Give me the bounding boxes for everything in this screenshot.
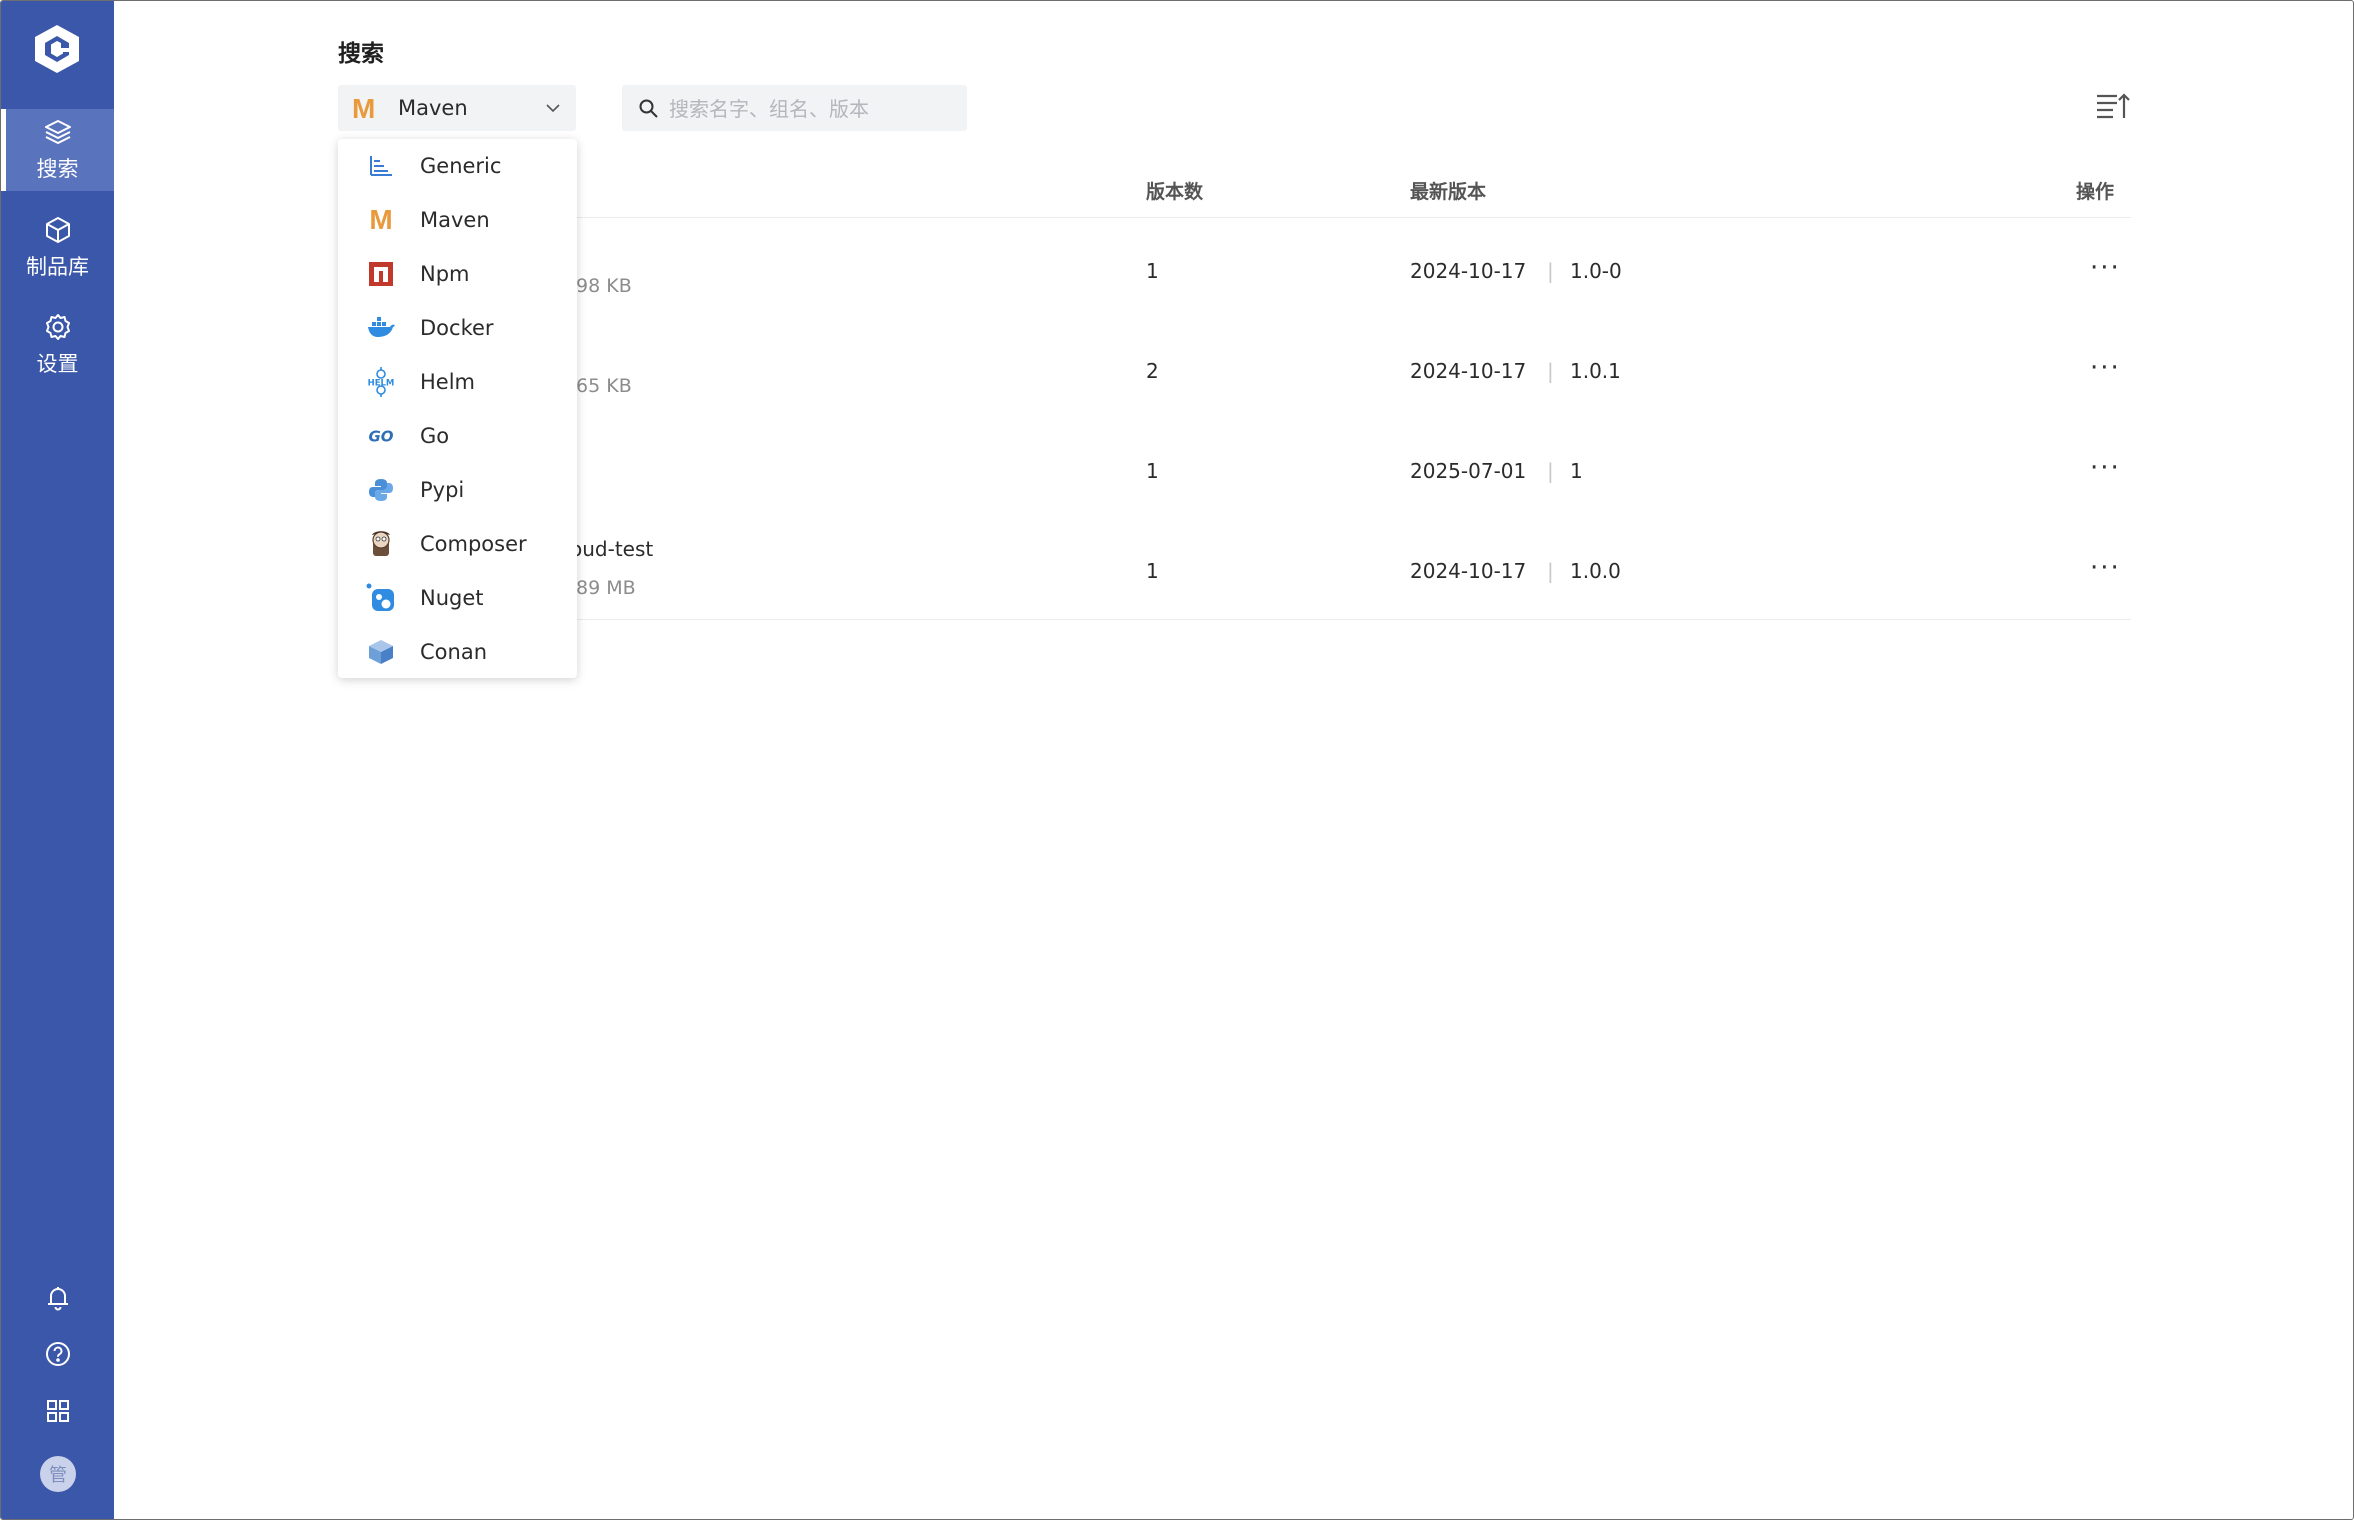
layers-icon (44, 120, 71, 144)
latest-date: 2024-10-17 (1410, 359, 1527, 383)
apps-grid-icon[interactable] (41, 1394, 75, 1428)
dropdown-option-label: Helm (420, 370, 476, 394)
table-row[interactable]: .98 KB 1 2024-10-17 | 1.0-0 ··· (338, 219, 2131, 319)
dropdown-option-label: Generic (420, 154, 502, 178)
version-count: 1 (1146, 559, 1159, 583)
generic-icon (366, 151, 396, 181)
dropdown-option-generic[interactable]: Generic (338, 139, 577, 193)
dropdown-option-conan[interactable]: Conan (338, 625, 577, 679)
go-icon: GO (366, 421, 396, 451)
composer-icon (366, 529, 396, 559)
dropdown-option-nuget[interactable]: Nuget (338, 571, 577, 625)
column-header-versions[interactable]: 版本数 (1146, 177, 1203, 204)
version-count: 1 (1146, 259, 1159, 283)
dropdown-option-label: Npm (420, 262, 470, 286)
docker-icon (366, 313, 396, 343)
chevron-down-icon (546, 104, 560, 113)
dropdown-option-label: Pypi (420, 478, 465, 502)
table-row[interactable]: oud-test .89 MB 1 2024-10-17 | 1.0.0 ··· (338, 519, 2131, 620)
latest-date: 2024-10-17 (1410, 559, 1527, 583)
package-type-selected-value: Maven (398, 96, 468, 120)
latest-version: 1.0-0 (1570, 259, 1622, 283)
column-header-actions: 操作 (2076, 181, 2115, 203)
table-row[interactable]: .65 KB 2 2024-10-17 | 1.0.1 ··· (338, 319, 2131, 419)
search-field[interactable] (622, 85, 967, 133)
table-header: 版本数 最新版本 操作 (338, 171, 2131, 218)
package-type-dropdown: Generic M Maven Npm Docker HELM Helm GO … (338, 139, 577, 678)
app-logo-icon[interactable] (31, 23, 83, 75)
dropdown-option-maven[interactable]: M Maven (338, 193, 577, 247)
sidebar-item-label: 搜索 (36, 157, 79, 181)
search-icon (639, 99, 658, 118)
sidebar-item-label: 设置 (36, 352, 79, 376)
package-size: .89 MB (570, 577, 636, 599)
dropdown-option-helm[interactable]: HELM Helm (338, 355, 577, 409)
nuget-icon (366, 583, 396, 613)
sort-icon[interactable] (2095, 91, 2131, 123)
more-actions-icon[interactable]: ··· (2090, 455, 2121, 481)
maven-icon: M (369, 204, 393, 235)
dropdown-option-label: Docker (420, 316, 494, 340)
avatar[interactable]: 管 (40, 1456, 76, 1492)
package-type-select[interactable]: M Maven (338, 85, 576, 131)
bell-icon[interactable] (41, 1281, 75, 1315)
separator: | (1547, 259, 1554, 283)
conan-icon (366, 637, 396, 667)
sidebar-item-settings[interactable]: 设置 (1, 304, 114, 386)
more-actions-icon[interactable]: ··· (2090, 355, 2121, 381)
page-title: 搜索 (338, 41, 384, 67)
dropdown-option-composer[interactable]: Composer (338, 517, 577, 571)
dropdown-option-pypi[interactable]: Pypi (338, 463, 577, 517)
pypi-icon (366, 475, 396, 505)
svg-text:HELM: HELM (368, 379, 395, 389)
separator: | (1547, 459, 1554, 483)
maven-icon: M (352, 93, 376, 124)
latest-date: 2025-07-01 (1410, 459, 1527, 483)
latest-version: 1.0.0 (1570, 559, 1621, 583)
sidebar: 搜索 制品库 设置 管 (1, 1, 114, 1519)
dropdown-option-go[interactable]: GO Go (338, 409, 577, 463)
svg-text:GO: GO (368, 428, 393, 446)
sidebar-item-search[interactable]: 搜索 (1, 109, 114, 191)
latest-version: 1 (1570, 459, 1583, 483)
npm-icon (366, 259, 396, 289)
dropdown-option-label: Go (420, 424, 450, 448)
separator: | (1547, 359, 1554, 383)
dropdown-option-label: Composer (420, 532, 527, 556)
package-name[interactable]: oud-test (570, 537, 653, 561)
dropdown-option-label: Maven (420, 208, 490, 232)
latest-date: 2024-10-17 (1410, 259, 1527, 283)
latest-version: 1.0.1 (1570, 359, 1621, 383)
package-size: .65 KB (570, 375, 632, 397)
gear-icon (45, 314, 70, 340)
sidebar-item-label: 制品库 (26, 255, 89, 279)
more-actions-icon[interactable]: ··· (2090, 255, 2121, 281)
more-actions-icon[interactable]: ··· (2090, 555, 2121, 581)
sidebar-item-repositories[interactable]: 制品库 (1, 207, 114, 289)
dropdown-option-label: Conan (420, 640, 487, 664)
help-icon[interactable] (41, 1337, 75, 1371)
dropdown-option-docker[interactable]: Docker (338, 301, 577, 355)
version-count: 2 (1146, 359, 1159, 383)
package-size: .98 KB (570, 275, 632, 297)
separator: | (1547, 559, 1554, 583)
helm-icon: HELM (366, 367, 396, 397)
column-header-latest-version[interactable]: 最新版本 (1410, 177, 1486, 204)
dropdown-option-npm[interactable]: Npm (338, 247, 577, 301)
app-window: 搜索 制品库 设置 管 搜索 M Maven 搜索名字、组名、版本 版本数 最新… (0, 0, 2354, 1520)
dropdown-option-label: Nuget (420, 586, 484, 610)
table-row[interactable]: 1 2025-07-01 | 1 ··· (338, 419, 2131, 519)
box-icon (45, 217, 70, 243)
search-input[interactable] (667, 85, 961, 133)
version-count: 1 (1146, 459, 1159, 483)
